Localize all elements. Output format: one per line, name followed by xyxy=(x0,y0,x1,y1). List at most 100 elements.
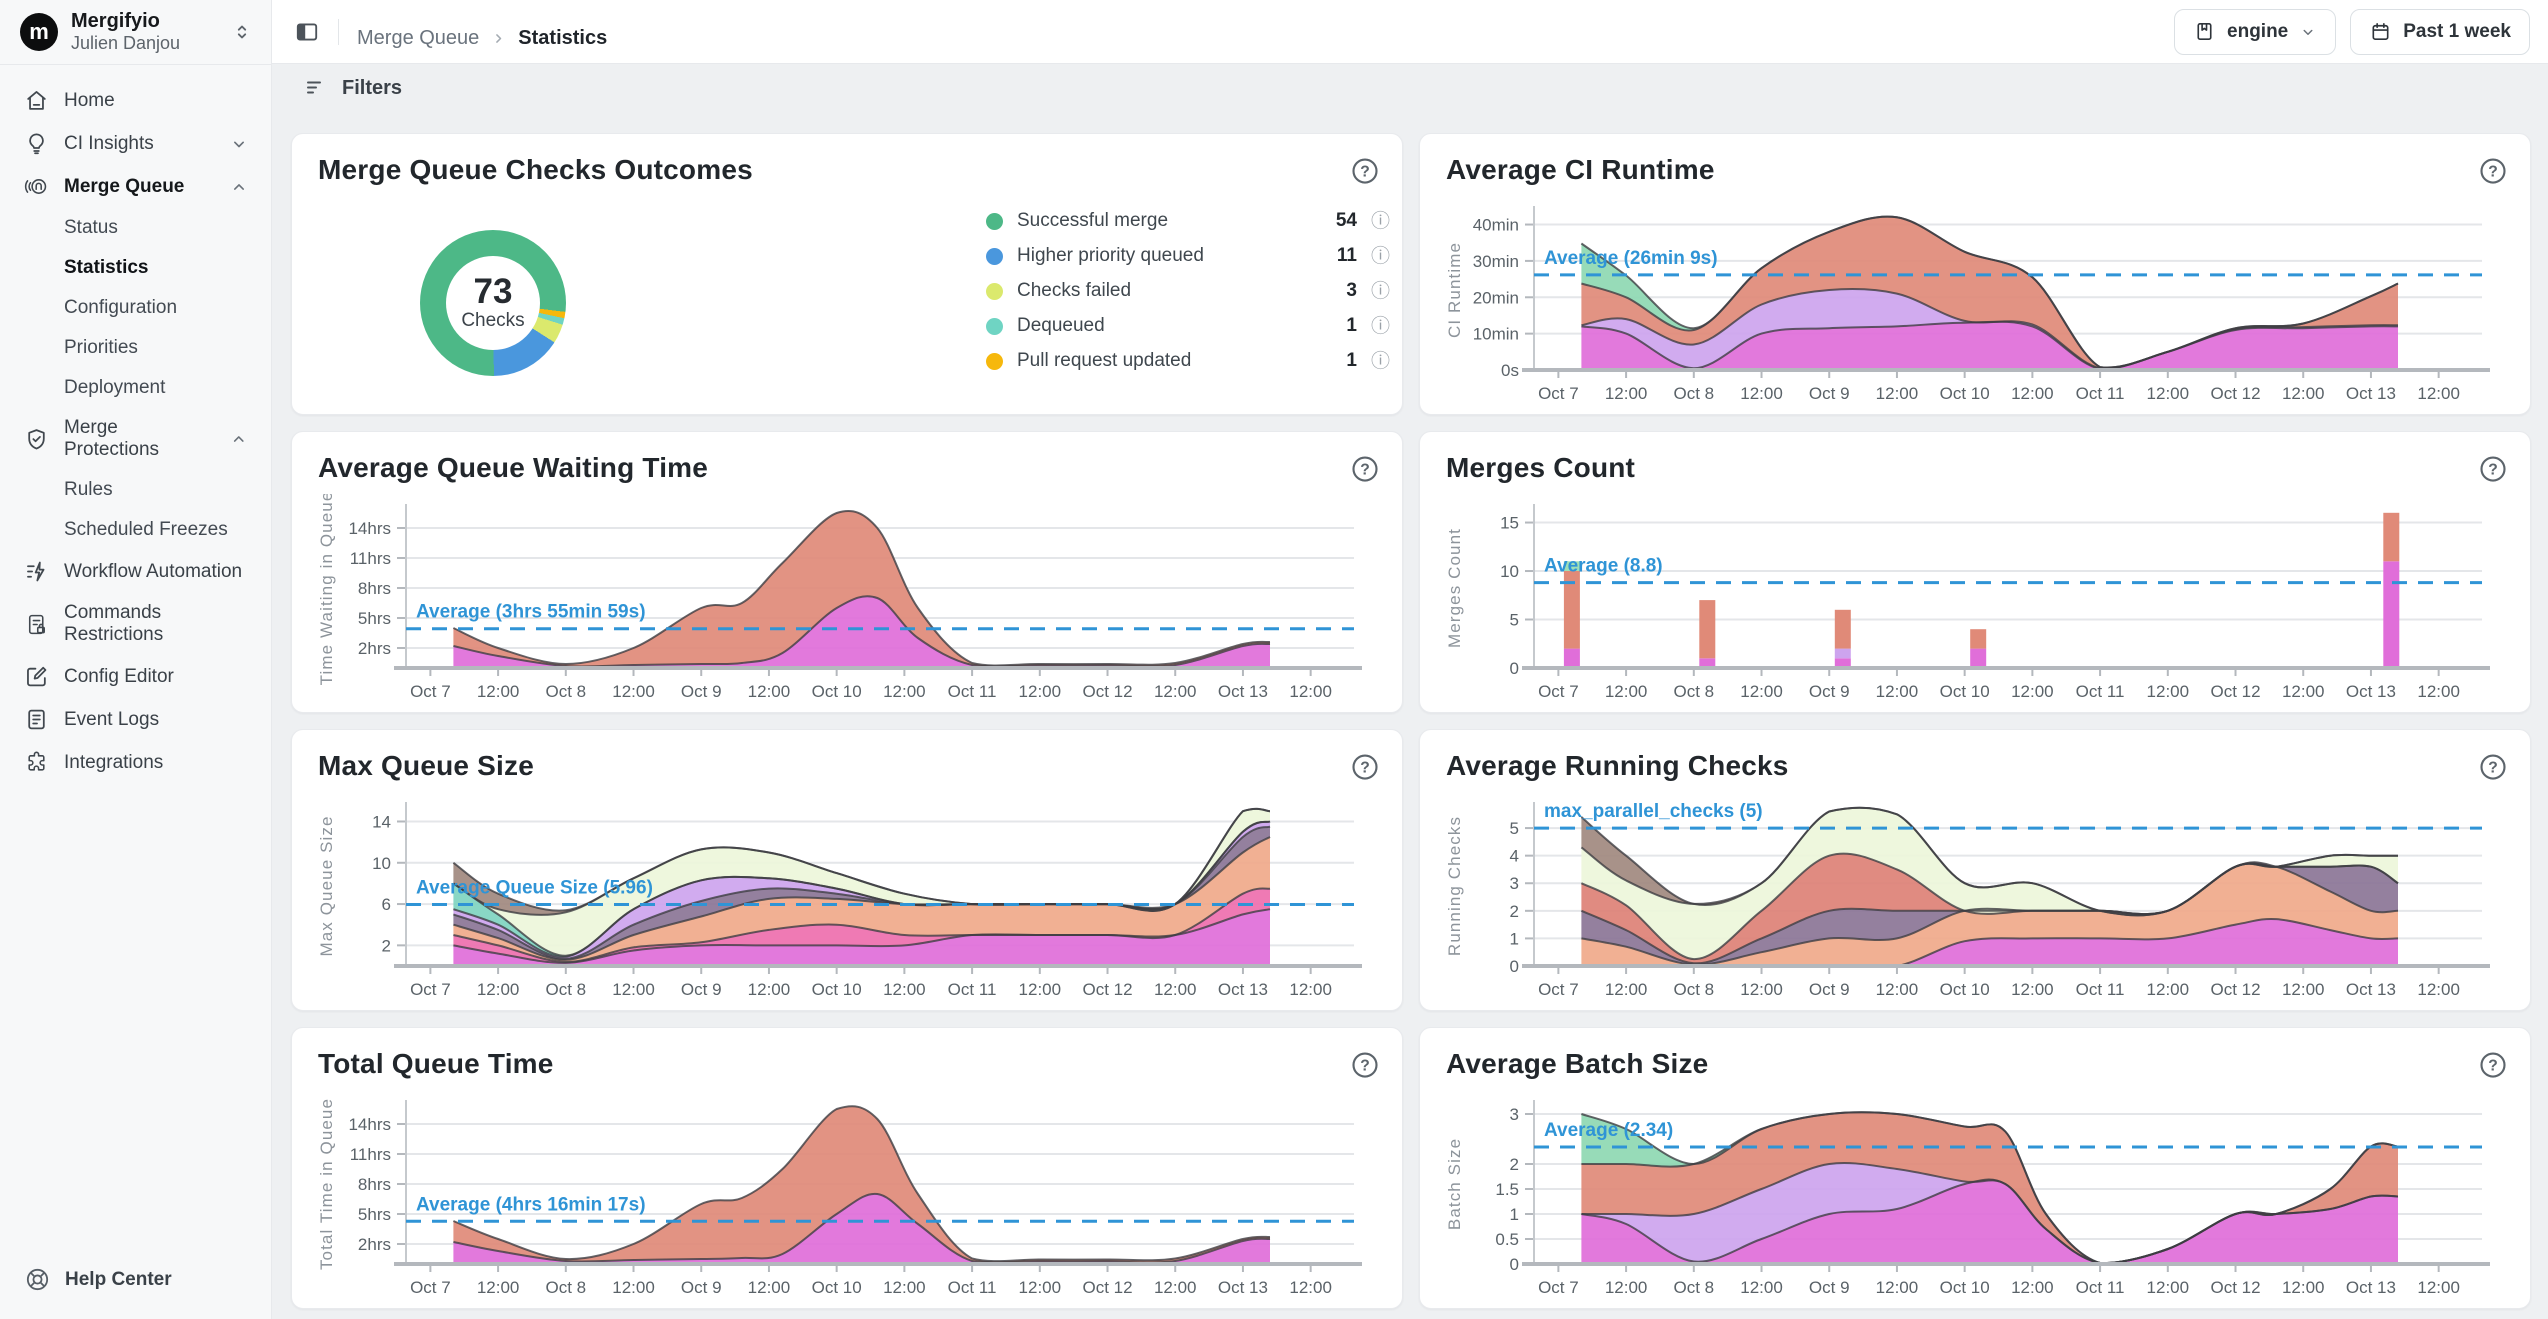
sidebar-item-merge-queue[interactable]: Merge Queue xyxy=(0,165,271,208)
svg-text:12:00: 12:00 xyxy=(2417,384,2460,403)
svg-text:Oct 10: Oct 10 xyxy=(812,980,862,999)
sidebar-item-config-editor[interactable]: Config Editor xyxy=(0,655,271,698)
chevron-right-icon xyxy=(489,29,508,48)
donut-center: 73Checks xyxy=(446,256,540,350)
help-icon[interactable]: ? xyxy=(1350,752,1380,782)
legend-item-dequeued[interactable]: Dequeued1ⓘ xyxy=(986,315,1390,337)
help-icon[interactable]: ? xyxy=(1350,156,1380,186)
sidebar-item-rules[interactable]: Rules xyxy=(0,470,271,510)
legend-label: Pull request updated xyxy=(1017,350,1191,372)
svg-text:Oct 10: Oct 10 xyxy=(1940,682,1990,701)
sidebar-item-workflow-automation[interactable]: Workflow Automation xyxy=(0,550,271,593)
info-icon[interactable]: ⓘ xyxy=(1371,282,1390,301)
panel-title: Average Batch Size xyxy=(1446,1048,1708,1080)
info-icon[interactable]: ⓘ xyxy=(1371,247,1390,266)
sidebar-item-ci-insights[interactable]: CI Insights xyxy=(0,122,271,165)
help-icon[interactable]: ? xyxy=(2478,454,2508,484)
panel-title: Total Queue Time xyxy=(318,1048,554,1080)
svg-text:?: ? xyxy=(2488,164,2498,181)
help-center-link[interactable]: Help Center xyxy=(0,1246,271,1319)
svg-text:Oct 11: Oct 11 xyxy=(2076,682,2125,701)
svg-text:Oct 8: Oct 8 xyxy=(1673,1278,1714,1297)
svg-text:30min: 30min xyxy=(1473,252,1519,271)
svg-text:Oct 11: Oct 11 xyxy=(2076,980,2125,999)
lightbulb-icon xyxy=(24,131,49,156)
breadcrumb-statistics: Statistics xyxy=(518,27,607,50)
chart-area-max_queue_size: 261014Max Queue SizeOct 712:00Oct 812:00… xyxy=(306,792,1388,1002)
panel-title: Merge Queue Checks Outcomes xyxy=(318,154,753,186)
svg-text:Oct 7: Oct 7 xyxy=(410,980,451,999)
org-meta: Mergifyio Julien Danjou xyxy=(71,10,180,54)
sidebar-item-scheduled-freezes[interactable]: Scheduled Freezes xyxy=(0,510,271,550)
legend-label: Successful merge xyxy=(1017,210,1168,232)
sidebar-item-commands-restrictions[interactable]: Commands Restrictions xyxy=(0,593,271,655)
svg-text:Oct 13: Oct 13 xyxy=(1218,682,1268,701)
org-switcher[interactable]: m Mergifyio Julien Danjou xyxy=(0,0,271,65)
svg-text:Oct 7: Oct 7 xyxy=(1538,1278,1579,1297)
svg-text:Oct 8: Oct 8 xyxy=(545,1278,586,1297)
legend-item-successful-merge[interactable]: Successful merge54ⓘ xyxy=(986,210,1390,232)
svg-text:12:00: 12:00 xyxy=(1289,682,1332,701)
chart-area-average_queue_waiting_time: 2hrs5hrs8hrs11hrs14hrsTime Waiting in Qu… xyxy=(306,494,1388,704)
svg-text:Average (4hrs 16min 17s): Average (4hrs 16min 17s) xyxy=(416,1194,646,1215)
svg-text:8hrs: 8hrs xyxy=(358,579,391,598)
filters-bar[interactable]: Filters xyxy=(272,64,2548,112)
panel-average-running-checks: Average Running Checks?012345Running Che… xyxy=(1419,729,2531,1011)
panel-toggle-icon[interactable] xyxy=(294,19,320,45)
info-icon[interactable]: ⓘ xyxy=(1371,212,1390,231)
chart-average_queue_waiting_time: 2hrs5hrs8hrs11hrs14hrsTime Waiting in Qu… xyxy=(306,494,1388,704)
help-icon[interactable]: ? xyxy=(1350,1050,1380,1080)
sidebar-item-home[interactable]: Home xyxy=(0,79,271,122)
sidebar-item-priorities[interactable]: Priorities xyxy=(0,328,271,368)
panel-average-queue-waiting-time: Average Queue Waiting Time?2hrs5hrs8hrs1… xyxy=(291,431,1403,713)
repo-selector-button[interactable]: engine xyxy=(2174,9,2336,55)
svg-text:14hrs: 14hrs xyxy=(348,519,391,538)
chevron-up-icon[interactable] xyxy=(229,177,249,197)
info-icon[interactable]: ⓘ xyxy=(1371,317,1390,336)
sidebar-item-label: Event Logs xyxy=(64,709,159,731)
help-icon[interactable]: ? xyxy=(1350,454,1380,484)
sidebar-item-event-logs[interactable]: Event Logs xyxy=(0,698,271,741)
help-icon[interactable]: ? xyxy=(2478,1050,2508,1080)
svg-text:3: 3 xyxy=(1510,1105,1519,1124)
svg-text:Batch Size: Batch Size xyxy=(1445,1138,1464,1230)
org-switcher-chevrons-icon[interactable] xyxy=(231,21,253,43)
legend-item-higher-priority-queued[interactable]: Higher priority queued11ⓘ xyxy=(986,245,1390,267)
legend-item-pull-request-updated[interactable]: Pull request updated1ⓘ xyxy=(986,350,1390,372)
checks-total: 73 xyxy=(474,274,513,309)
legend-item-checks-failed[interactable]: Checks failed3ⓘ xyxy=(986,280,1390,302)
svg-text:Oct 9: Oct 9 xyxy=(681,980,722,999)
svg-text:0: 0 xyxy=(1510,659,1519,678)
topbar-divider xyxy=(338,19,339,45)
sidebar-item-merge-protections[interactable]: Merge Protections xyxy=(0,408,271,470)
commands-lock-icon xyxy=(24,612,49,637)
svg-text:?: ? xyxy=(1360,760,1370,777)
sidebar-item-status[interactable]: Status xyxy=(0,208,271,248)
svg-text:12:00: 12:00 xyxy=(1876,1278,1919,1297)
svg-text:12:00: 12:00 xyxy=(1019,682,1062,701)
info-icon[interactable]: ⓘ xyxy=(1371,352,1390,371)
svg-text:Oct 12: Oct 12 xyxy=(1082,980,1132,999)
svg-text:?: ? xyxy=(1360,164,1370,181)
sidebar-item-deployment[interactable]: Deployment xyxy=(0,368,271,408)
legend-dot xyxy=(986,318,1003,335)
sidebar-item-integrations[interactable]: Integrations xyxy=(0,741,271,784)
svg-text:?: ? xyxy=(1360,462,1370,479)
chevron-down-icon[interactable] xyxy=(229,134,249,154)
svg-text:12:00: 12:00 xyxy=(1605,384,1648,403)
topbar: Merge Queue Statistics engine xyxy=(272,0,2548,64)
svg-text:Total Time in Queue: Total Time in Queue xyxy=(317,1098,336,1270)
breadcrumb-merge-queue[interactable]: Merge Queue xyxy=(357,27,479,50)
svg-text:0.5: 0.5 xyxy=(1495,1230,1519,1249)
checks-caption: Checks xyxy=(461,310,524,332)
svg-text:12:00: 12:00 xyxy=(477,1278,520,1297)
sidebar-item-configuration[interactable]: Configuration xyxy=(0,288,271,328)
legend-label: Checks failed xyxy=(1017,280,1131,302)
integrations-icon xyxy=(24,750,49,775)
chevron-up-icon[interactable] xyxy=(229,429,249,449)
sidebar-item-statistics[interactable]: Statistics xyxy=(0,248,271,288)
help-icon[interactable]: ? xyxy=(2478,752,2508,782)
date-range-button[interactable]: Past 1 week xyxy=(2350,9,2530,55)
svg-text:Oct 12: Oct 12 xyxy=(2210,1278,2260,1297)
help-icon[interactable]: ? xyxy=(2478,156,2508,186)
